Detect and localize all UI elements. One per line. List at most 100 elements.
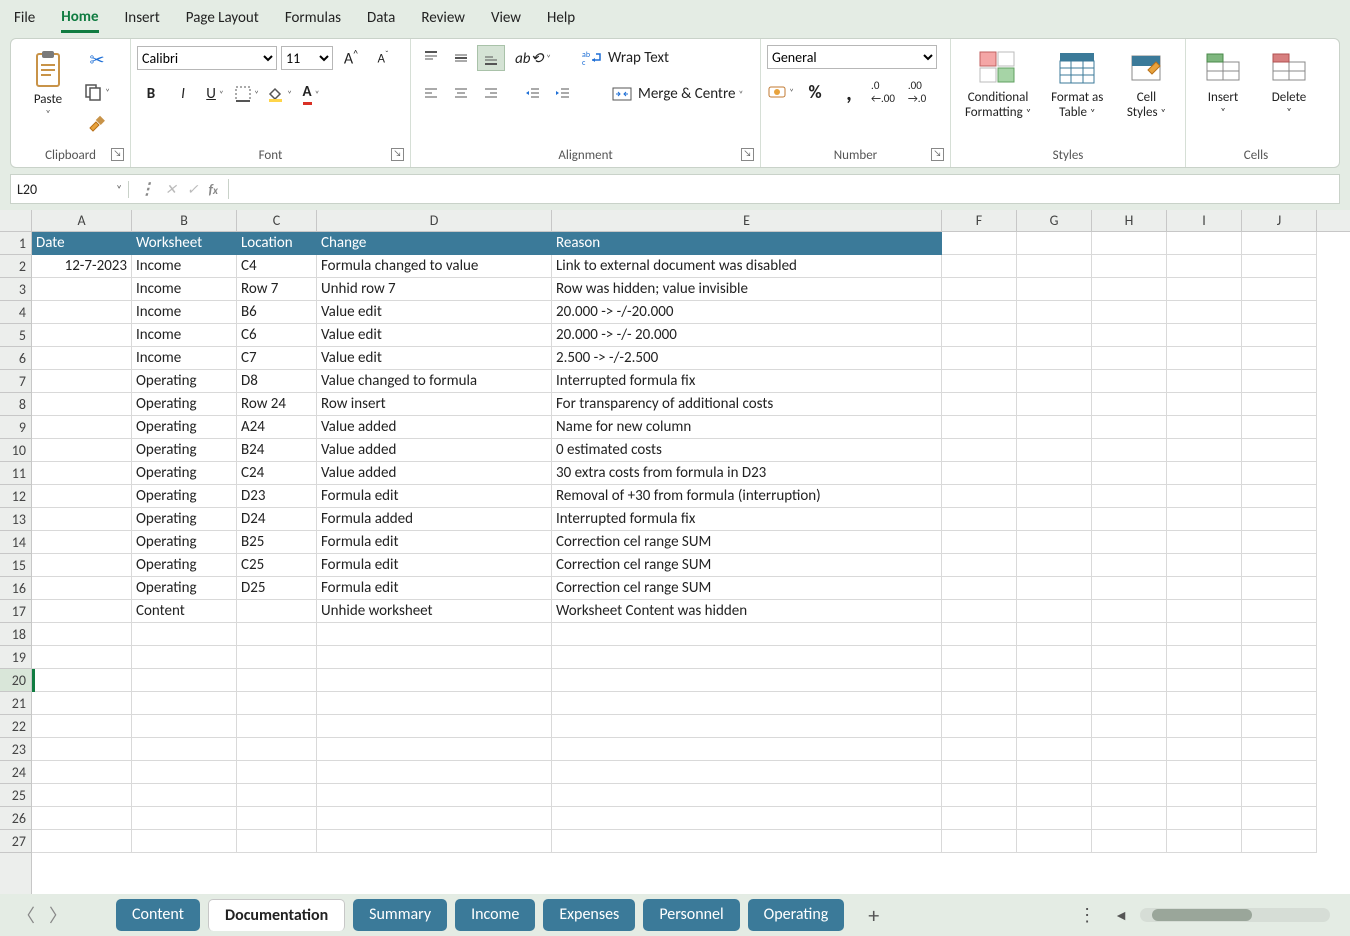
cell[interactable]	[132, 738, 237, 761]
menu-item-data[interactable]: Data	[367, 5, 395, 31]
cell[interactable]	[1092, 416, 1167, 439]
cell[interactable]	[942, 439, 1017, 462]
cell[interactable]: D25	[237, 577, 317, 600]
cell[interactable]: Location	[237, 232, 317, 255]
row-header[interactable]: 25	[0, 784, 31, 807]
cell[interactable]: Formula edit	[317, 531, 552, 554]
cell[interactable]: D8	[237, 370, 317, 393]
cell[interactable]	[1017, 416, 1092, 439]
column-header[interactable]: D	[317, 210, 552, 231]
cell[interactable]	[1242, 485, 1317, 508]
cell[interactable]: Operating	[132, 416, 237, 439]
cell[interactable]	[1017, 232, 1092, 255]
cell[interactable]: 12-7-2023	[32, 255, 132, 278]
cell[interactable]	[552, 692, 942, 715]
cell[interactable]	[1092, 232, 1167, 255]
sheet-tab-content[interactable]: Content	[116, 899, 200, 931]
cell[interactable]	[1092, 784, 1167, 807]
cell[interactable]	[1167, 416, 1242, 439]
cell[interactable]	[132, 715, 237, 738]
menu-item-help[interactable]: Help	[547, 5, 575, 31]
cell[interactable]	[1242, 669, 1317, 692]
cell[interactable]	[32, 278, 132, 301]
cell[interactable]	[552, 807, 942, 830]
menu-item-insert[interactable]: Insert	[125, 5, 160, 31]
cell[interactable]: C24	[237, 462, 317, 485]
alignment-launcher[interactable]: ↘	[741, 148, 754, 161]
cell[interactable]	[1242, 324, 1317, 347]
font-size-select[interactable]: 11	[281, 46, 333, 70]
cell[interactable]	[1167, 531, 1242, 554]
cell[interactable]	[1167, 324, 1242, 347]
cell[interactable]	[1242, 416, 1317, 439]
row-header[interactable]: 10	[0, 439, 31, 462]
cell[interactable]	[1092, 255, 1167, 278]
decrease-indent-button[interactable]	[519, 81, 547, 107]
row-header[interactable]: 9	[0, 416, 31, 439]
column-header[interactable]: F	[942, 210, 1017, 231]
cell[interactable]	[1017, 738, 1092, 761]
cell[interactable]	[942, 255, 1017, 278]
cell[interactable]	[1092, 324, 1167, 347]
cell[interactable]	[1017, 830, 1092, 853]
cell[interactable]: Operating	[132, 554, 237, 577]
cell[interactable]	[32, 692, 132, 715]
cell[interactable]	[317, 807, 552, 830]
cell[interactable]	[1017, 623, 1092, 646]
cell[interactable]	[1167, 830, 1242, 853]
cell[interactable]	[317, 646, 552, 669]
cell[interactable]	[1167, 485, 1242, 508]
accounting-format-button[interactable]	[767, 79, 795, 105]
scroll-left-arrow[interactable]: ◄	[1114, 907, 1128, 924]
cell[interactable]	[1167, 715, 1242, 738]
cell[interactable]	[237, 830, 317, 853]
cell[interactable]	[1092, 301, 1167, 324]
cell[interactable]	[1242, 577, 1317, 600]
cell[interactable]	[1242, 462, 1317, 485]
cell[interactable]: A24	[237, 416, 317, 439]
cell[interactable]: Operating	[132, 370, 237, 393]
cell[interactable]	[1242, 439, 1317, 462]
cell[interactable]: C6	[237, 324, 317, 347]
cell[interactable]: Formula edit	[317, 577, 552, 600]
menu-item-home[interactable]: Home	[61, 4, 98, 33]
cell[interactable]	[132, 830, 237, 853]
cell[interactable]	[1017, 255, 1092, 278]
cell[interactable]	[32, 646, 132, 669]
cell[interactable]	[1017, 347, 1092, 370]
cell[interactable]	[317, 715, 552, 738]
copy-button[interactable]	[83, 79, 111, 105]
cell[interactable]	[132, 784, 237, 807]
cell[interactable]	[317, 761, 552, 784]
align-left-button[interactable]	[417, 81, 445, 107]
conditional-formatting-button[interactable]: Conditional Formatting ˅	[957, 43, 1039, 123]
cell-styles-button[interactable]: Cell Styles ˅	[1115, 43, 1177, 123]
cell[interactable]	[942, 623, 1017, 646]
cell[interactable]	[32, 669, 132, 692]
italic-button[interactable]: I	[169, 81, 197, 107]
cell[interactable]	[942, 577, 1017, 600]
sheet-tab-summary[interactable]: Summary	[353, 899, 447, 931]
cell[interactable]	[942, 462, 1017, 485]
cell[interactable]	[32, 761, 132, 784]
cell[interactable]	[552, 738, 942, 761]
cell[interactable]	[1092, 692, 1167, 715]
cell[interactable]	[32, 531, 132, 554]
menu-item-file[interactable]: File	[14, 5, 35, 31]
cell[interactable]	[1092, 439, 1167, 462]
row-header[interactable]: 11	[0, 462, 31, 485]
column-header[interactable]: I	[1167, 210, 1242, 231]
cell[interactable]	[942, 807, 1017, 830]
cell[interactable]: Row 24	[237, 393, 317, 416]
cell[interactable]	[317, 623, 552, 646]
column-header[interactable]: J	[1242, 210, 1317, 231]
cell[interactable]	[1242, 255, 1317, 278]
cell[interactable]	[1167, 669, 1242, 692]
cell[interactable]	[1167, 623, 1242, 646]
add-sheet-button[interactable]: +	[868, 902, 879, 929]
cell[interactable]: Value edit	[317, 347, 552, 370]
cell[interactable]	[552, 715, 942, 738]
cell[interactable]	[942, 761, 1017, 784]
cell[interactable]	[1092, 807, 1167, 830]
cell[interactable]	[1242, 715, 1317, 738]
